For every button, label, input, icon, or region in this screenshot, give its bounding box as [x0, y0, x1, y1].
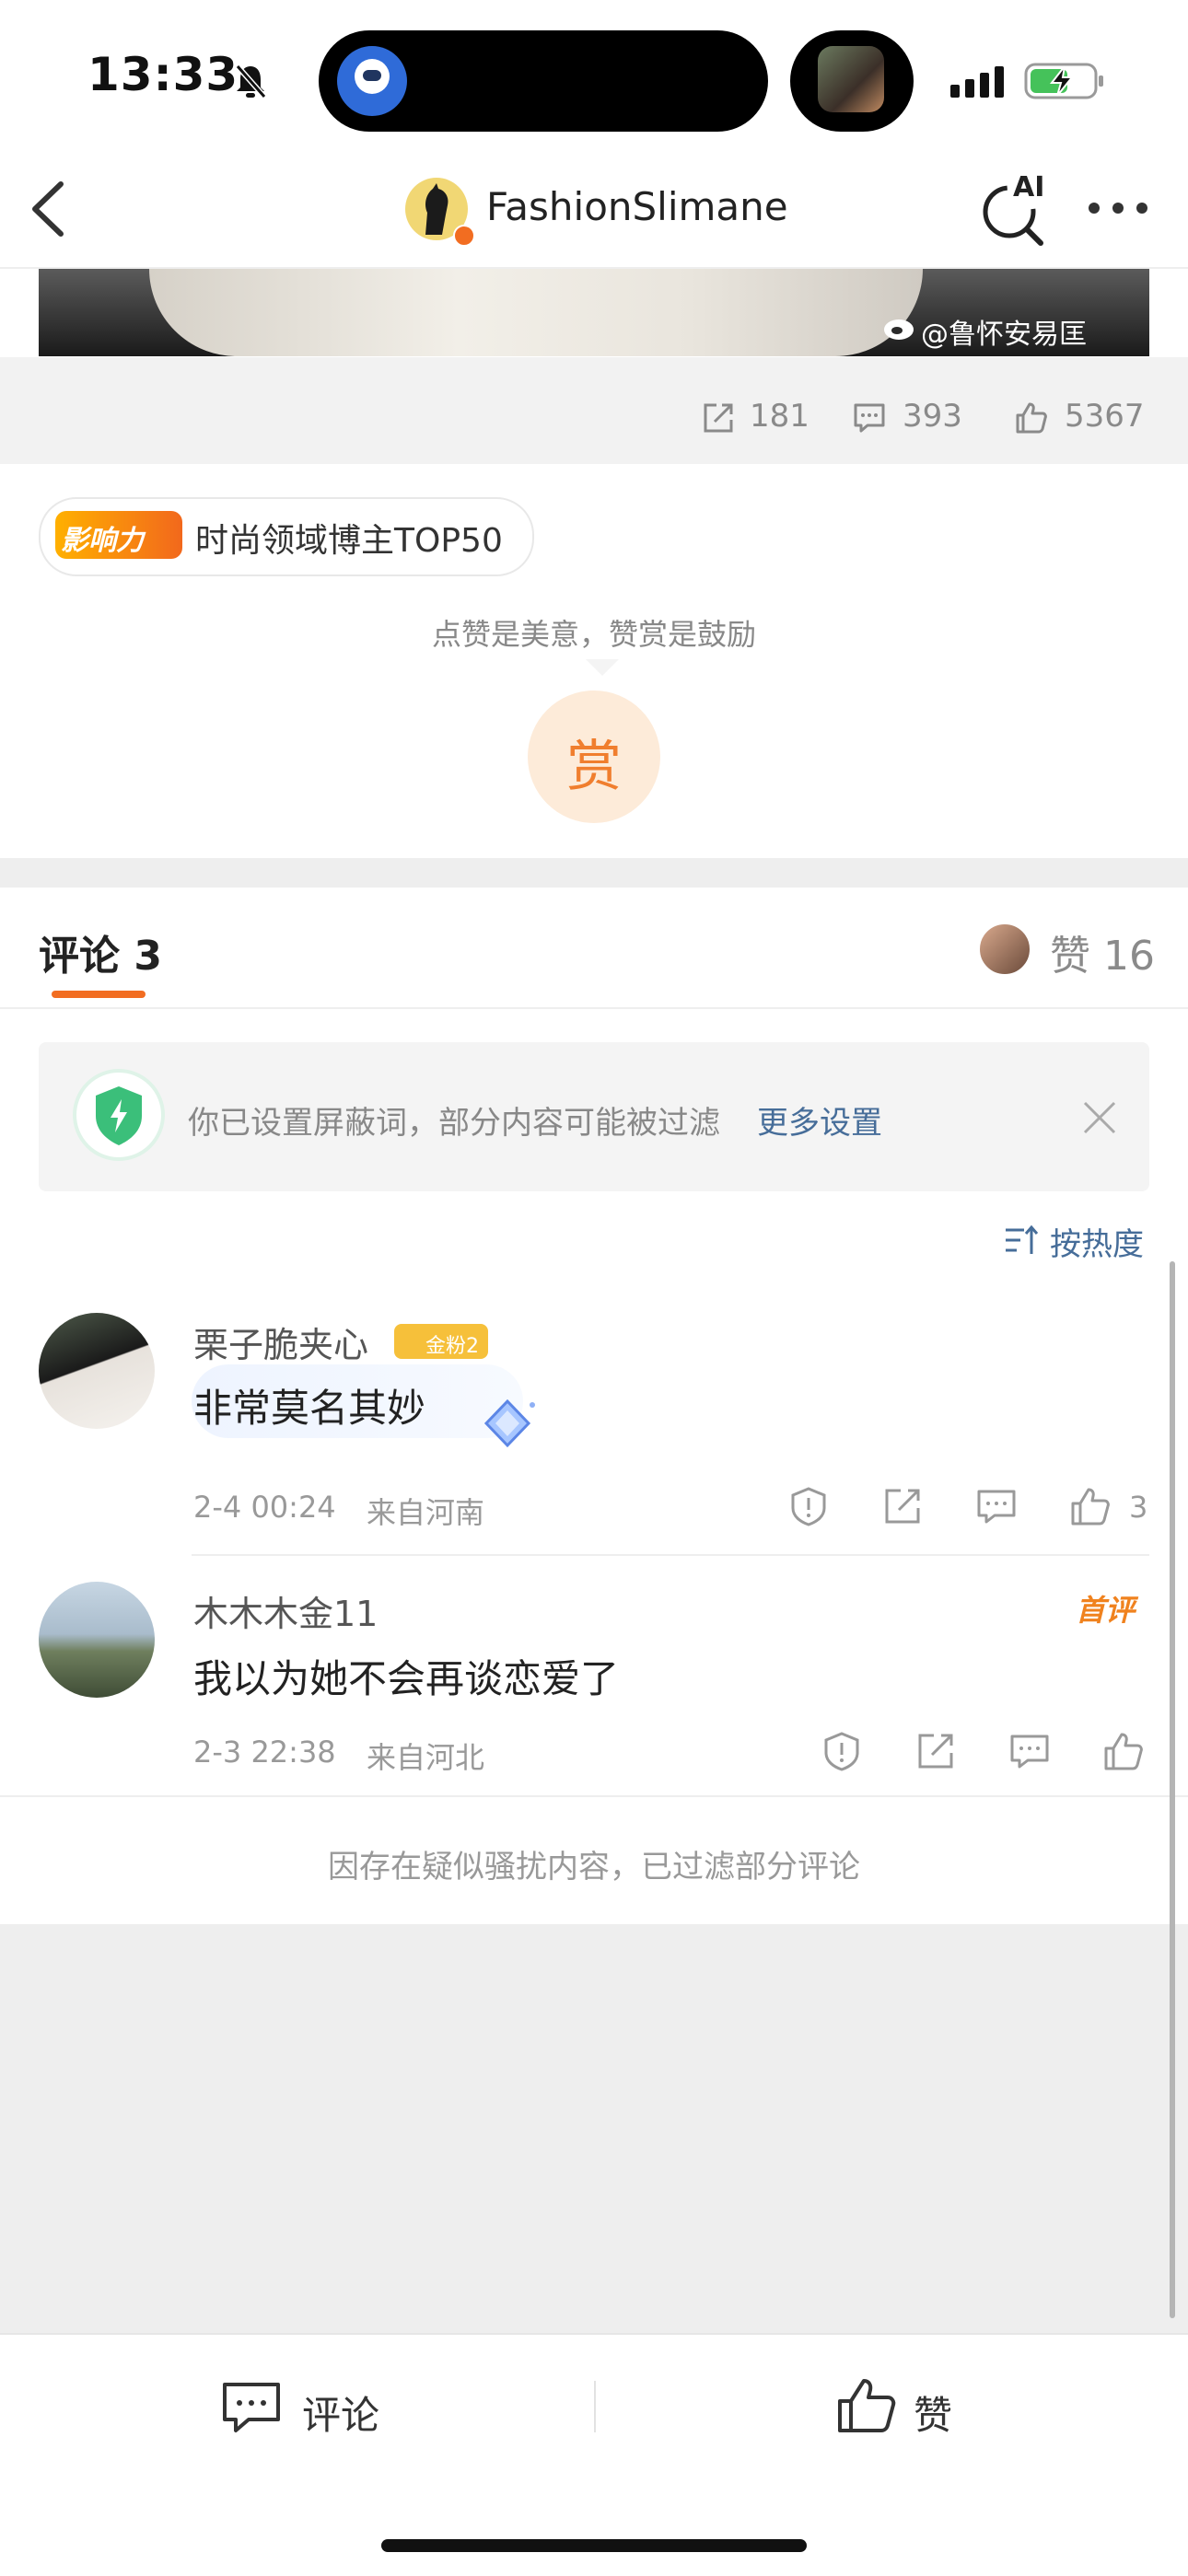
empty-area — [0, 1924, 1188, 2333]
shield-icon — [73, 1069, 165, 1161]
like-icon[interactable] — [836, 2377, 897, 2434]
diamond-icon — [483, 1398, 535, 1448]
share-icon[interactable] — [915, 1731, 956, 1771]
first-comment-badge: 首评 — [1076, 1593, 1136, 1628]
post-image-content — [149, 269, 923, 356]
bottom-bar-separator — [594, 2381, 596, 2432]
share-icon[interactable] — [882, 1486, 923, 1526]
signal-icon — [950, 66, 1004, 98]
filter-notice-text: 你已设置屏蔽词，部分内容可能被过滤 — [188, 1105, 720, 1142]
comment-username[interactable]: 木木木金11 — [193, 1585, 378, 1636]
influence-rank-text: 时尚领域博主TOP50 — [195, 522, 503, 560]
post-stats-bar — [0, 357, 1188, 464]
tab-active-indicator — [52, 991, 146, 998]
weibo-logo-icon — [884, 319, 914, 340]
report-icon[interactable] — [821, 1731, 862, 1771]
robot-icon-eyes — [363, 70, 381, 81]
sort-icon[interactable] — [1004, 1223, 1039, 1258]
fan-badge-text: 金粉2 — [425, 1335, 479, 1358]
influence-badge-text: 影响力 — [61, 525, 144, 557]
back-icon[interactable] — [28, 180, 68, 238]
comment-text[interactable]: 我以为她不会再谈恋爱了 — [193, 1648, 619, 1704]
scrollbar[interactable] — [1170, 1261, 1175, 2318]
reward-button-label[interactable]: 赏 — [528, 722, 660, 802]
comment-list-divider — [0, 1795, 1188, 1797]
comment-count[interactable]: 393 — [903, 398, 962, 435]
media-thumbnail[interactable] — [818, 46, 884, 112]
comment-like-icon[interactable] — [1070, 1486, 1111, 1526]
more-settings-link[interactable]: 更多设置 — [757, 1097, 882, 1143]
close-icon[interactable] — [1081, 1099, 1118, 1136]
section-separator — [0, 858, 1188, 888]
repost-icon[interactable] — [702, 401, 735, 435]
comments-header-divider — [0, 1007, 1188, 1009]
filtered-comments-note: 因存在疑似骚扰内容，已过滤部分评论 — [328, 1849, 860, 1886]
comment-icon[interactable] — [221, 2379, 282, 2436]
repost-count[interactable]: 181 — [750, 398, 809, 435]
reward-hint-pointer — [586, 659, 619, 676]
comment-divider — [192, 1554, 1149, 1556]
report-icon[interactable] — [788, 1486, 829, 1526]
silent-bell-icon — [235, 64, 267, 99]
ai-label: AI — [1013, 171, 1045, 203]
comment-avatar[interactable] — [39, 1313, 155, 1429]
image-watermark: @鲁怀安易匡 — [921, 319, 1087, 351]
comment-time: 2-4 00:24 — [193, 1490, 336, 1525]
like-button[interactable]: 赞 — [914, 2385, 952, 2441]
tab-comments[interactable]: 评论 3 — [39, 922, 162, 981]
comment-like-icon[interactable] — [1103, 1731, 1144, 1771]
comment-like-count: 3 — [1129, 1490, 1148, 1525]
battery-charging-icon — [1024, 63, 1103, 99]
reply-icon[interactable] — [976, 1486, 1017, 1526]
comment-avatar[interactable] — [39, 1582, 155, 1698]
liker-avatar[interactable] — [978, 922, 1031, 976]
comment-button[interactable]: 评论 — [302, 2385, 379, 2441]
tab-likes[interactable]: 赞 16 — [1050, 922, 1155, 981]
verified-badge — [453, 225, 475, 247]
more-icon[interactable] — [1087, 197, 1149, 219]
reply-icon[interactable] — [1009, 1731, 1050, 1771]
comment-time: 2-3 22:38 — [193, 1735, 336, 1770]
sort-by-hot[interactable]: 按热度 — [1050, 1219, 1144, 1264]
like-icon[interactable] — [1015, 401, 1048, 435]
home-indicator[interactable] — [381, 2539, 807, 2552]
comment-username[interactable]: 栗子脆夹心 — [193, 1317, 368, 1367]
comment-icon[interactable] — [853, 401, 886, 435]
reward-hint: 点赞是美意，赞赏是鼓励 — [431, 617, 756, 652]
like-count[interactable]: 5367 — [1065, 398, 1145, 435]
status-time: 13:33 — [87, 48, 239, 101]
page-title[interactable]: FashionSlimane — [486, 184, 788, 229]
comment-text[interactable]: 非常莫名其妙 — [193, 1377, 425, 1433]
comment-location: 来自河南 — [367, 1495, 485, 1530]
comment-location: 来自河北 — [367, 1740, 485, 1775]
